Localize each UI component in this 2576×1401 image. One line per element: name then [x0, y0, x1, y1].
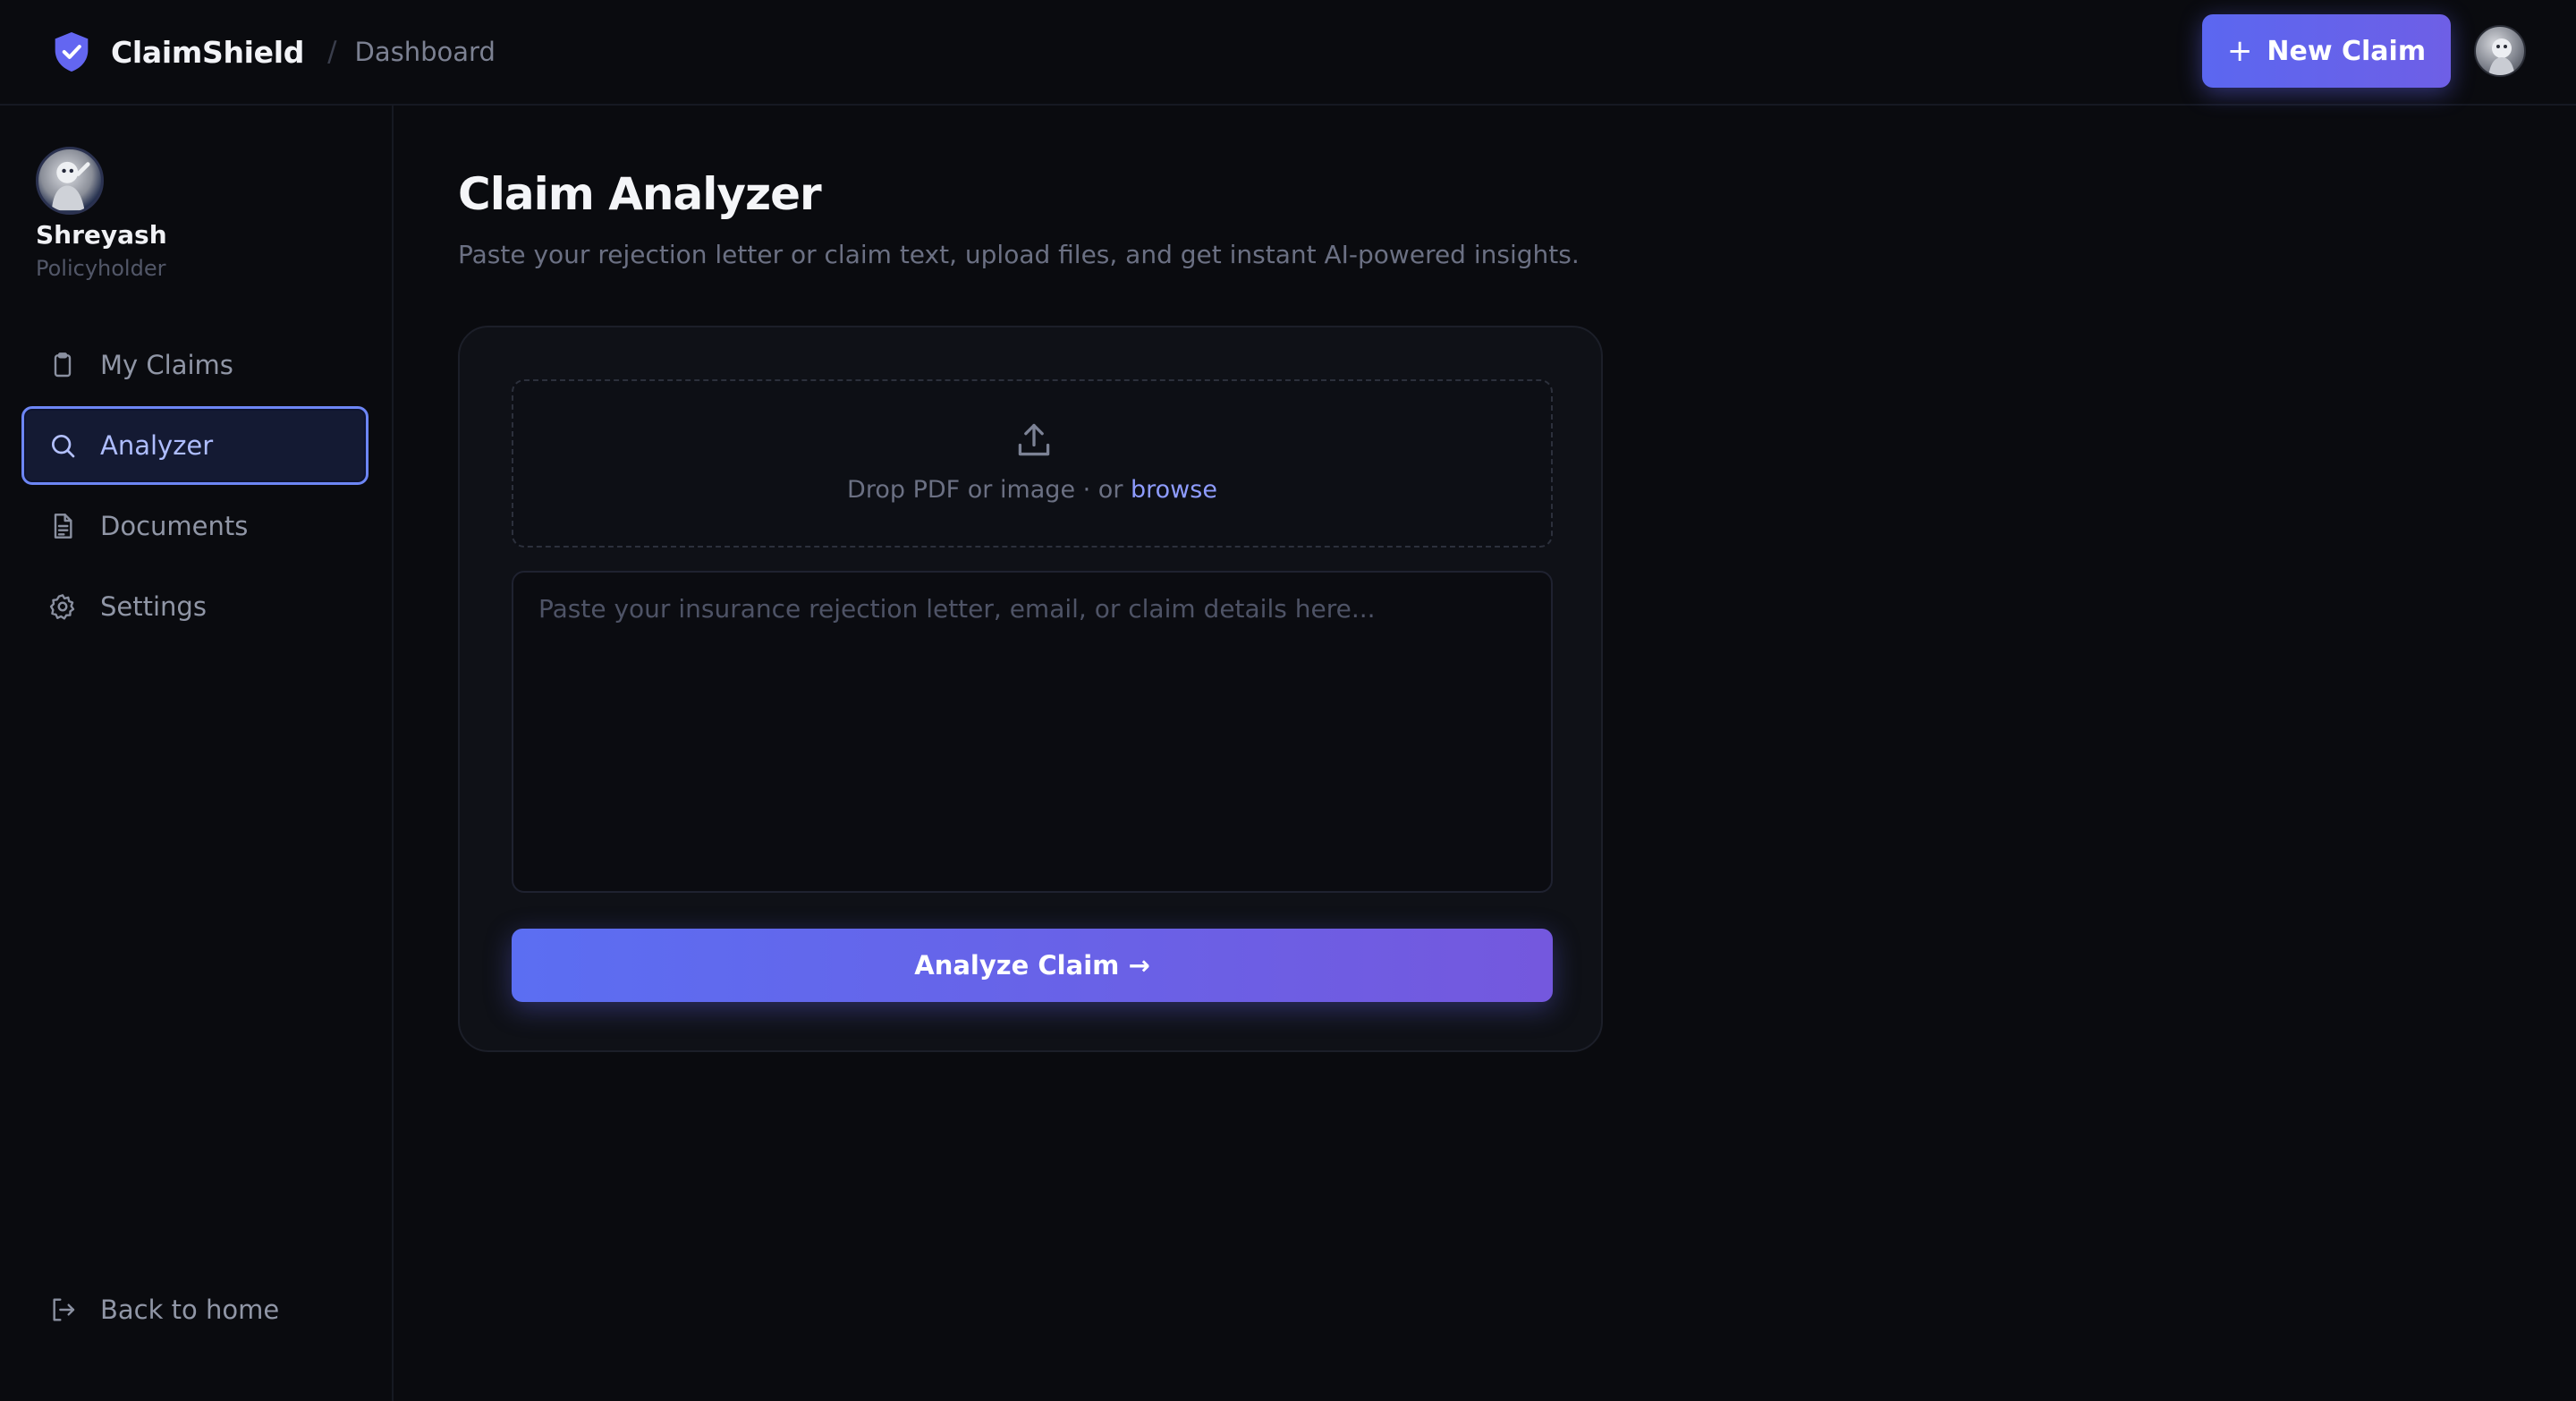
- sidebar-item-label: Settings: [100, 591, 207, 622]
- analyze-claim-button[interactable]: Analyze Claim →: [512, 929, 1553, 1002]
- file-dropzone[interactable]: Drop PDF or image · or browse: [512, 379, 1553, 548]
- sidebar-item-my-claims[interactable]: My Claims: [21, 326, 369, 404]
- sidebar-item-label: Documents: [100, 511, 249, 541]
- avatar[interactable]: [2474, 25, 2526, 77]
- search-icon: [52, 435, 75, 458]
- avatar-image: [51, 161, 90, 211]
- dropzone-instructions: Drop PDF or image · or: [847, 476, 1131, 504]
- plus-icon: +: [2226, 33, 2253, 69]
- sidebar-item-label: Analyzer: [100, 430, 214, 461]
- breadcrumb[interactable]: Dashboard: [355, 37, 496, 67]
- user-name: Shreyash: [36, 220, 167, 250]
- back-to-home-label: Back to home: [100, 1295, 280, 1325]
- page-title: Claim Analyzer: [458, 168, 822, 220]
- gear-icon: [49, 594, 75, 620]
- shield-logo-icon: [55, 32, 89, 72]
- claim-text-input[interactable]: Paste your insurance rejection letter, e…: [512, 571, 1553, 893]
- avatar-image: [2488, 38, 2515, 75]
- claim-text-placeholder: Paste your insurance rejection letter, e…: [538, 594, 1376, 624]
- dropzone-text: Drop PDF or image · or browse: [513, 476, 1551, 504]
- sidebar-item-documents[interactable]: Documents: [21, 487, 369, 565]
- browse-link[interactable]: browse: [1131, 476, 1217, 504]
- sidebar: Shreyash Policyholder My Claims Analyzer…: [0, 106, 394, 1401]
- sidebar-item-analyzer[interactable]: Analyzer: [21, 406, 369, 485]
- upload-icon: [1018, 423, 1050, 456]
- analyzer-card: Drop PDF or image · or browse Paste your…: [458, 326, 1603, 1052]
- user-avatar[interactable]: [36, 147, 104, 215]
- sidebar-item-label: My Claims: [100, 350, 233, 380]
- clipboard-icon: [54, 352, 72, 378]
- brand[interactable]: ClaimShield / Dashboard: [52, 30, 496, 73]
- new-claim-button[interactable]: + New Claim: [2202, 14, 2451, 88]
- breadcrumb-separator: /: [327, 36, 337, 68]
- brand-name: ClaimShield: [111, 34, 305, 70]
- sidebar-item-settings[interactable]: Settings: [21, 567, 369, 646]
- page-subtitle: Paste your rejection letter or claim tex…: [458, 240, 1580, 269]
- top-bar: ClaimShield / Dashboard + New Claim: [0, 0, 2576, 106]
- analyze-claim-label: Analyze Claim →: [914, 950, 1150, 981]
- logout-icon: [53, 1298, 75, 1321]
- back-to-home-link[interactable]: Back to home: [21, 1283, 369, 1337]
- document-icon: [54, 514, 72, 539]
- new-claim-label: New Claim: [2267, 35, 2427, 67]
- user-role: Policyholder: [36, 256, 166, 281]
